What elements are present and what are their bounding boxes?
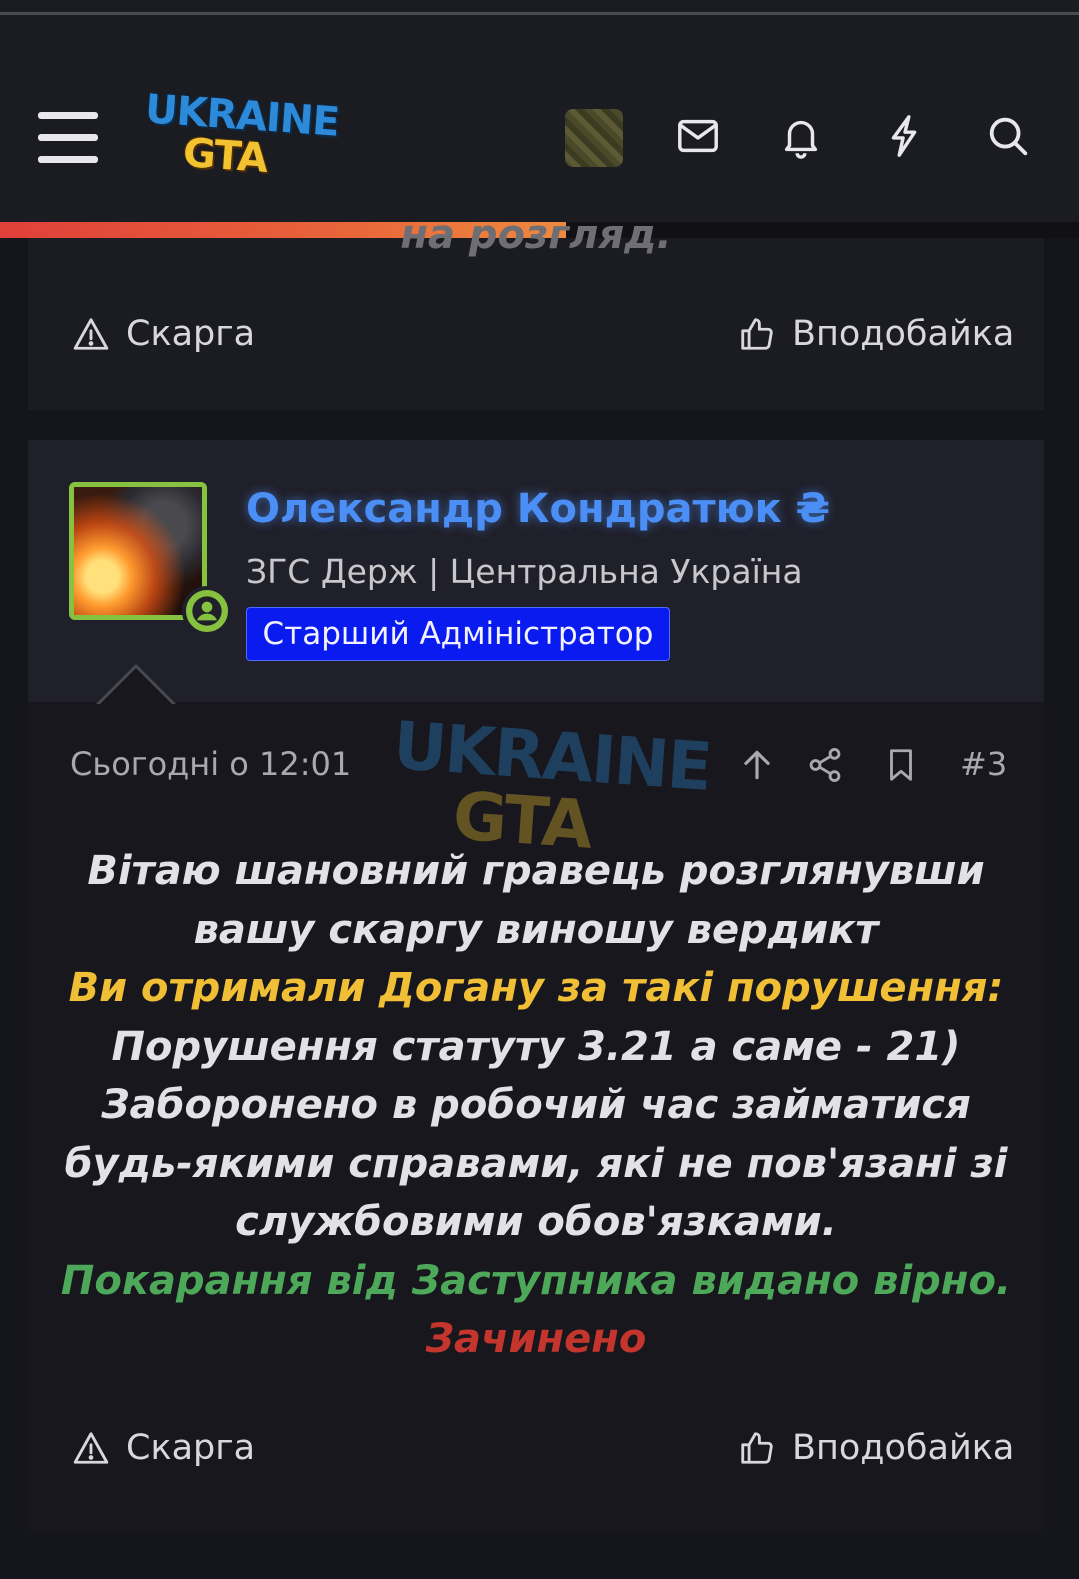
arrow-up-icon[interactable] bbox=[738, 746, 776, 784]
post-number-link[interactable]: #3 bbox=[960, 745, 1007, 783]
menu-icon bbox=[38, 112, 98, 119]
logo-text-bottom: GTA bbox=[181, 130, 269, 182]
author-subtitle: ЗГС Держ | Центральна Україна bbox=[246, 552, 803, 591]
author-role-badge: Старший Адміністратор bbox=[246, 607, 670, 661]
site-header: UKRAINE GTA bbox=[0, 15, 1079, 225]
post-body-line: будь-якими справами, які не пов'язані зі bbox=[64, 1140, 1008, 1187]
report-button[interactable]: Скарга bbox=[72, 1418, 255, 1478]
post-body-line: Вітаю шановний гравець розглянувши bbox=[87, 848, 985, 894]
post-actions: Скарга Вподобайка bbox=[28, 1418, 1044, 1478]
report-button[interactable]: Скарга bbox=[72, 304, 255, 364]
post-body-line: Покарання від Заступника видано вірно. bbox=[60, 1257, 1012, 1304]
share-icon[interactable] bbox=[806, 746, 844, 784]
bell-icon[interactable] bbox=[778, 113, 824, 159]
watermark-text-top: UKRAINE bbox=[390, 707, 713, 806]
site-logo[interactable]: UKRAINE GTA bbox=[144, 86, 341, 188]
like-label: Вподобайка bbox=[792, 1428, 1015, 1468]
post-body-line: Заборонено в робочий час займатися bbox=[101, 1082, 971, 1128]
warning-icon bbox=[73, 1432, 109, 1464]
author-name[interactable]: Олександр Кондратюк ₴ bbox=[246, 486, 830, 532]
previous-post-footer: на розгляд. Скарга Вподобайка bbox=[28, 212, 1044, 410]
post-body-line: вашу скаргу виношу вердикт bbox=[193, 906, 879, 953]
post-body-line: Зачинено bbox=[425, 1316, 647, 1362]
like-button[interactable]: Вподобайка bbox=[738, 1418, 1014, 1478]
online-status-badge bbox=[182, 586, 232, 636]
warning-icon bbox=[73, 318, 109, 350]
menu-icon-bar bbox=[38, 134, 98, 141]
menu-icon-bar bbox=[38, 156, 98, 163]
report-label: Скарга bbox=[126, 314, 256, 354]
lightning-icon[interactable] bbox=[882, 113, 928, 159]
previous-post-actions: Скарга Вподобайка bbox=[28, 304, 1044, 364]
post-body-line: службовими обов'язками. bbox=[235, 1199, 837, 1245]
post-body-line: Ви отримали Догану за такі порушення: bbox=[68, 965, 1004, 1011]
message-pointer-inner bbox=[99, 668, 173, 705]
post-card: Олександр Кондратюк ₴ ЗГС Держ | Централ… bbox=[28, 440, 1044, 1532]
post-date[interactable]: Сьогодні о 12:01 bbox=[70, 745, 351, 783]
like-button[interactable]: Вподобайка bbox=[738, 304, 1014, 364]
post-body: Вітаю шановний гравець розглянувши вашу с… bbox=[48, 842, 1024, 1369]
thumbs-up-icon bbox=[741, 318, 773, 350]
search-icon[interactable] bbox=[985, 113, 1031, 159]
account-avatar[interactable] bbox=[565, 109, 623, 167]
bookmark-icon[interactable] bbox=[882, 746, 920, 784]
report-label: Скарга bbox=[126, 1428, 256, 1468]
previous-post-cut-text: на розгляд. bbox=[400, 212, 672, 258]
menu-button[interactable] bbox=[38, 112, 100, 164]
post-author-block: Олександр Кондратюк ₴ ЗГС Держ | Централ… bbox=[28, 440, 1044, 705]
post-body-line: Порушення статуту 3.21 а саме - 21) bbox=[111, 1023, 961, 1070]
envelope-icon[interactable] bbox=[675, 113, 721, 159]
author-avatar-image bbox=[74, 487, 202, 615]
status-bar-edge bbox=[0, 0, 1079, 15]
thumbs-up-icon bbox=[741, 1432, 773, 1464]
user-icon bbox=[192, 596, 222, 626]
like-label: Вподобайка bbox=[792, 314, 1015, 354]
